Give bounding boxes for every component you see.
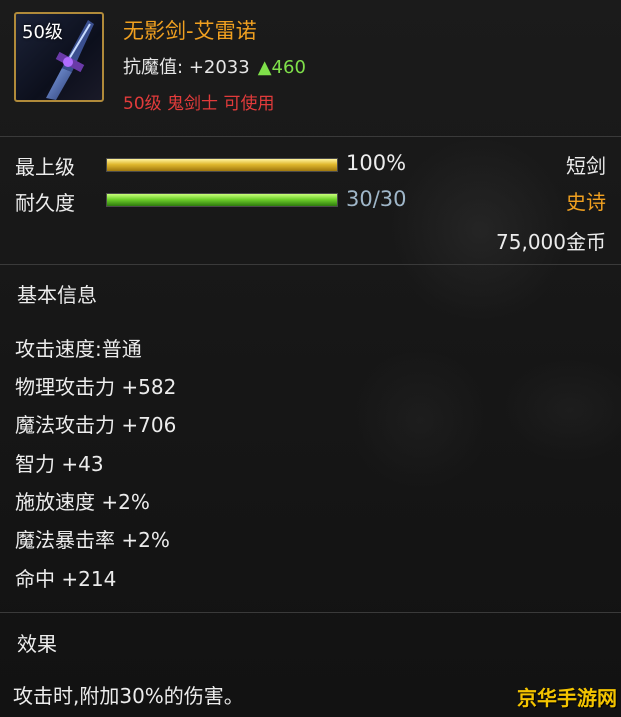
upgrade-bar [106, 158, 338, 172]
attribute-line: 攻击速度:普通 [15, 337, 142, 361]
durability-bar [106, 193, 338, 207]
attribute-line: 智力 +43 [15, 452, 104, 476]
stat-increase: ▲460 [257, 57, 306, 78]
divider [0, 136, 621, 137]
upgrade-bar-fill [107, 159, 337, 171]
item-tooltip: 50级 无影剑-艾雷诺 抗魔值: +2033 ▲460 50级 鬼剑士 可使用 最… [0, 0, 621, 717]
durability-value: 30/30 [346, 187, 407, 211]
divider [0, 612, 621, 613]
stat-label: 抗魔值: [123, 57, 184, 78]
durability-label: 耐久度 [15, 191, 75, 215]
upgrade-label: 最上级 [15, 155, 75, 179]
stat-value: +2033 [188, 57, 250, 78]
usage-requirement: 50级 鬼剑士 可使用 [123, 94, 275, 114]
site-watermark: 京华手游网 [517, 686, 617, 710]
effect-header: 效果 [17, 632, 57, 656]
magic-resist-line: 抗魔值: +2033 ▲460 [123, 53, 306, 79]
durability-bar-fill [107, 194, 337, 206]
divider [0, 264, 621, 265]
item-icon-frame[interactable]: 50级 [14, 12, 104, 102]
attribute-line: 魔法攻击力 +706 [15, 413, 177, 437]
upgrade-value: 100% [346, 151, 407, 175]
rarity: 史诗 [566, 190, 606, 214]
price: 75,000金币 [496, 230, 606, 254]
weapon-type: 短剑 [566, 154, 606, 178]
attribute-line: 物理攻击力 +582 [15, 375, 177, 399]
item-name: 无影剑-艾雷诺 [123, 19, 257, 43]
basic-info-header: 基本信息 [17, 283, 97, 307]
level-badge: 50级 [22, 22, 63, 43]
attribute-line: 命中 +214 [15, 567, 117, 591]
attribute-line: 施放速度 +2% [15, 490, 150, 514]
effect-text: 攻击时,附加30%的伤害。 [13, 684, 244, 708]
attribute-line: 魔法暴击率 +2% [15, 528, 170, 552]
